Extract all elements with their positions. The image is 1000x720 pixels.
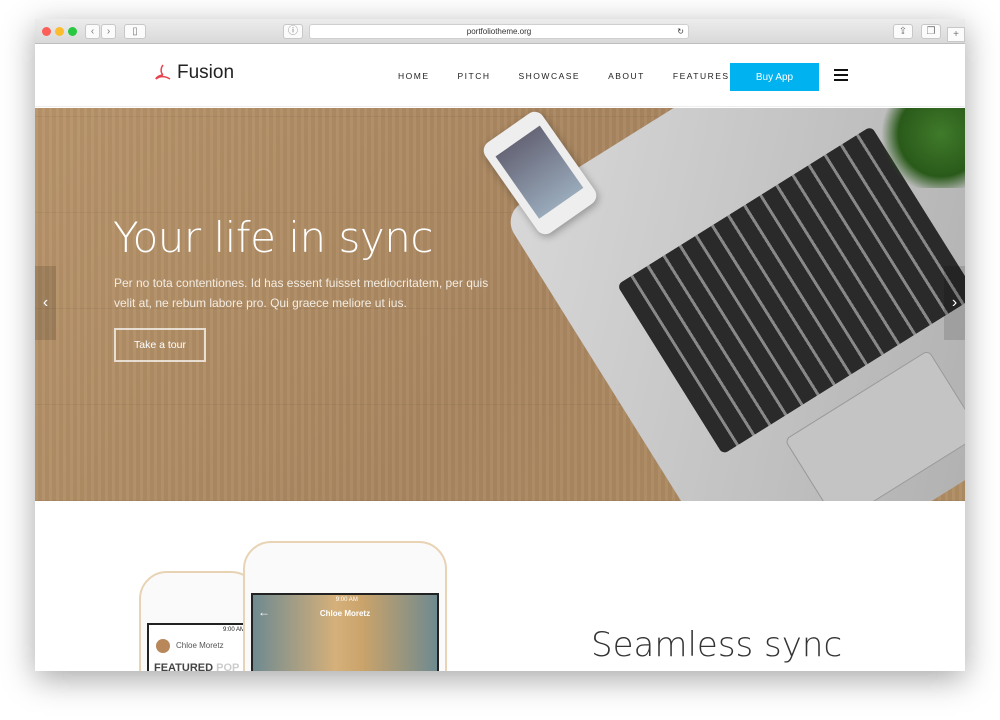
browser-window: ‹ › ▯ ⓘ portfoliotheme.org ↻ ⇪ ❐ + Fusion…	[35, 19, 965, 671]
fusion-leaf-icon	[155, 64, 171, 80]
tabs-icon[interactable]: ❐	[921, 24, 941, 39]
phone-right-image: 9:00 AM ← Chloe Moretz	[243, 541, 447, 671]
take-a-tour-button[interactable]: Take a tour	[114, 328, 206, 362]
sidebar-icon[interactable]: ▯	[124, 24, 146, 39]
close-window-button[interactable]	[42, 27, 51, 36]
brand-logo[interactable]: Fusion	[153, 62, 234, 84]
sync-section: 9:00 AM Chloe Moretz FEATURED POP 9:00 A…	[35, 501, 965, 671]
brand-name: Fusion	[177, 62, 235, 83]
profile-name: Chloe Moretz	[319, 609, 371, 618]
main-menu: HOME PITCH SHOWCASE ABOUT FEATURES	[398, 71, 730, 81]
url-text: portfoliotheme.org	[466, 27, 532, 36]
new-tab-icon[interactable]: +	[947, 27, 965, 42]
hamburger-menu-icon[interactable]	[834, 69, 848, 84]
nav-about[interactable]: ABOUT	[608, 71, 645, 81]
section-title: Seamless sync	[591, 625, 843, 665]
profile-name: Chloe Moretz	[176, 641, 224, 650]
nav-showcase[interactable]: SHOWCASE	[519, 71, 581, 81]
minimize-window-button[interactable]	[55, 27, 64, 36]
hero-slider: Your life in sync Per no tota contention…	[35, 108, 965, 501]
privacy-icon[interactable]: ⓘ	[283, 24, 303, 39]
zoom-window-button[interactable]	[68, 27, 77, 36]
next-slide-icon[interactable]: ›	[944, 266, 965, 340]
site-header: Fusion HOME PITCH SHOWCASE ABOUT FEATURE…	[35, 44, 965, 107]
nav-features[interactable]: FEATURES	[673, 71, 730, 81]
hero-text: Per no tota contentiones. Id has essent …	[114, 276, 489, 310]
forward-icon[interactable]: ›	[101, 24, 116, 39]
reload-icon[interactable]: ↻	[677, 25, 684, 39]
nav-home[interactable]: HOME	[398, 71, 430, 81]
address-bar[interactable]: portfoliotheme.org ↻	[309, 24, 689, 39]
browser-toolbar: ‹ › ▯ ⓘ portfoliotheme.org ↻ ⇪ ❐ +	[35, 19, 965, 44]
share-icon[interactable]: ⇪	[893, 24, 913, 39]
phone-left-image: 9:00 AM Chloe Moretz FEATURED POP	[139, 571, 259, 671]
hero-title: Your life in sync	[113, 213, 433, 262]
tab-featured: FEATURED POP	[154, 662, 240, 671]
back-icon[interactable]: ‹	[85, 24, 100, 39]
phone-time: 9:00 AM	[222, 627, 245, 633]
avatar	[156, 639, 170, 653]
nav-pitch[interactable]: PITCH	[458, 71, 491, 81]
buy-app-button[interactable]: Buy App	[730, 63, 819, 91]
prev-slide-icon[interactable]: ‹	[35, 266, 56, 340]
phone-time: 9:00 AM	[335, 597, 358, 603]
plant-image	[875, 108, 965, 188]
